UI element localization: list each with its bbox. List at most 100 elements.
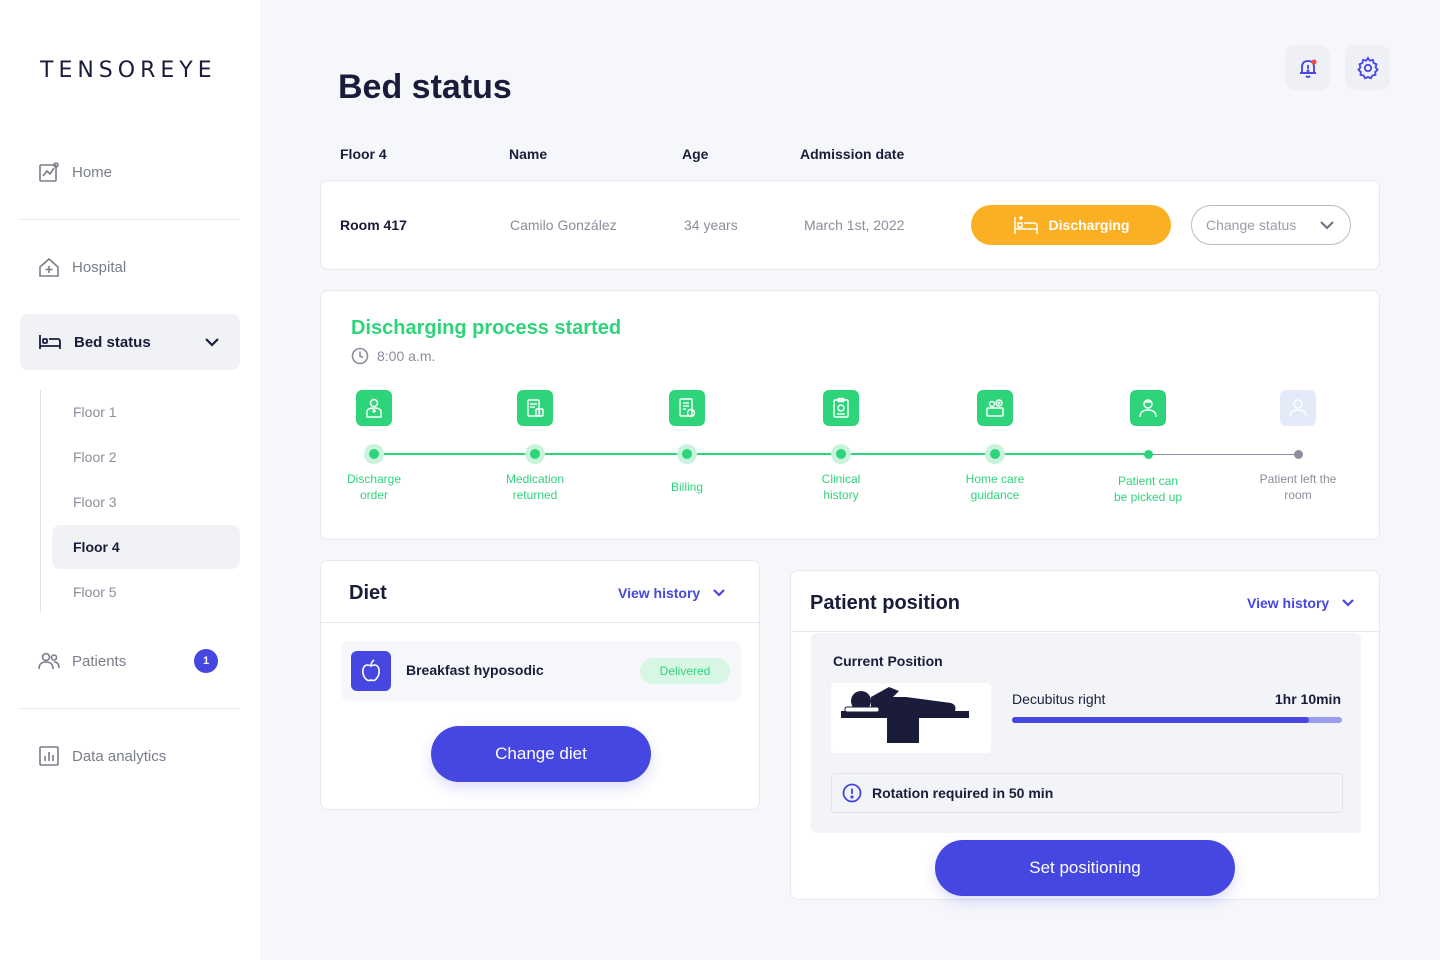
delivered-badge: Delivered <box>640 658 730 684</box>
step-label-home-care-guidance: Home care guidance <box>965 472 1025 502</box>
sidebar-item-patients[interactable]: Patients <box>38 650 126 672</box>
sidebar-item-floor-5[interactable]: Floor 5 <box>52 570 240 614</box>
progress-track-done <box>374 453 1149 455</box>
patient-age: 34 years <box>684 217 738 233</box>
step-label-billing: Billing <box>670 480 703 494</box>
sidebar-divider <box>20 708 240 709</box>
column-header-age: Age <box>682 146 709 162</box>
app-logo: TENSOREYE <box>40 58 217 83</box>
sidebar-item-label: Patients <box>72 652 127 670</box>
apple-icon <box>351 651 391 691</box>
chevron-down-icon <box>205 338 219 347</box>
settings-button[interactable] <box>1345 45 1390 90</box>
bed-icon <box>39 335 61 349</box>
chart-line-icon <box>39 162 59 182</box>
sidebar-item-data-analytics[interactable]: Data analytics <box>38 745 166 767</box>
patient-lying-icon <box>831 683 991 753</box>
sidebar-item-floor-2[interactable]: Floor 2 <box>52 435 240 479</box>
patient-name: Camilo González <box>510 217 617 233</box>
sidebar-item-home[interactable]: Home <box>38 161 112 183</box>
change-status-select[interactable]: Change status <box>1191 205 1351 245</box>
sidebar-divider <box>20 219 240 220</box>
clock-icon <box>351 347 369 365</box>
rotation-alert: Rotation required in 50 min <box>831 773 1343 813</box>
current-position-label: Current Position <box>833 653 943 669</box>
page-title: Bed status <box>338 68 512 106</box>
position-time-bar <box>1012 717 1342 723</box>
step-dot <box>1138 444 1158 464</box>
card-divider <box>321 622 759 623</box>
discharge-bed-icon <box>1013 216 1038 234</box>
patient-pickup-icon <box>1130 390 1166 426</box>
users-icon <box>38 652 60 670</box>
sidebar-item-label: Bed status <box>74 333 151 351</box>
chevron-down-icon <box>1320 221 1334 230</box>
alert-circle-icon <box>842 783 862 803</box>
step-dot <box>985 444 1005 464</box>
admission-date: March 1st, 2022 <box>804 217 905 233</box>
sidebar-item-floor-3[interactable]: Floor 3 <box>52 480 240 524</box>
step-label-patient-pickup: Patient can be picked up <box>1113 474 1183 504</box>
step-label-medication-returned: Medication returned <box>505 472 565 502</box>
step-label-clinical-history: Clinical history <box>821 472 861 502</box>
sidebar: TENSOREYE Home Hospital Bed status Floor… <box>0 0 260 960</box>
patient-position-card: Patient position View history Current Po… <box>790 570 1380 900</box>
diet-item-name: Breakfast hyposodic <box>406 662 544 678</box>
sidebar-item-hospital[interactable]: Hospital <box>38 256 126 278</box>
chevron-down-icon <box>713 589 725 597</box>
medication-icon <box>517 390 553 426</box>
status-label: Discharging <box>1048 217 1130 233</box>
patients-count-badge: 1 <box>194 649 218 673</box>
sidebar-item-floor-1[interactable]: Floor 1 <box>52 390 240 434</box>
status-badge: Discharging <box>971 205 1171 245</box>
step-label-discharge-order: Discharge order <box>346 472 402 502</box>
process-time: 8:00 a.m. <box>351 347 435 365</box>
step-dot <box>1288 444 1308 464</box>
diet-title: Diet <box>349 582 387 604</box>
view-history-label: View history <box>1247 595 1330 611</box>
step-label-patient-left: Patient left the room <box>1259 472 1337 502</box>
sidebar-item-label: Data analytics <box>72 747 167 765</box>
notifications-button[interactable] <box>1285 45 1330 90</box>
position-duration: 1hr 10min <box>1274 691 1341 707</box>
doctor-icon <box>356 390 392 426</box>
change-diet-button[interactable]: Change diet <box>431 726 651 782</box>
progress-track-pending <box>1149 454 1299 455</box>
home-care-icon <box>977 390 1013 426</box>
gear-icon <box>1356 55 1379 79</box>
step-dot <box>677 444 697 464</box>
patient-position-title: Patient position <box>810 592 960 614</box>
sidebar-item-bed-status[interactable]: Bed status <box>20 314 240 370</box>
diet-list-item[interactable]: Breakfast hyposodic Delivered <box>341 641 741 701</box>
clinical-history-icon <box>823 390 859 426</box>
column-header-admission: Admission date <box>800 146 905 162</box>
chevron-down-icon <box>1342 599 1354 607</box>
change-status-placeholder: Change status <box>1206 217 1297 233</box>
tab-floor[interactable]: Floor 4 <box>340 146 387 162</box>
floor-tree-line <box>40 390 41 612</box>
bar-chart-icon <box>39 746 59 766</box>
hospital-icon <box>39 257 59 277</box>
view-history-label: View history <box>618 585 701 601</box>
bed-row: Room 417 Camilo González 34 years March … <box>320 180 1380 270</box>
discharge-process-card: Discharging process started 8:00 a.m. Di… <box>320 290 1380 540</box>
billing-icon <box>669 390 705 426</box>
step-dot <box>525 444 545 464</box>
step-dot <box>364 444 384 464</box>
diet-view-history-button[interactable]: View history <box>618 584 728 602</box>
process-title: Discharging process started <box>351 317 622 339</box>
diet-card: Diet View history Breakfast hyposodic De… <box>320 560 760 810</box>
card-divider <box>791 631 1379 632</box>
bell-alert-icon <box>1299 59 1316 78</box>
position-view-history-button[interactable]: View history <box>1247 594 1357 612</box>
sidebar-item-floor-4[interactable]: Floor 4 <box>52 525 240 569</box>
room-number: Room 417 <box>340 217 407 233</box>
set-positioning-button[interactable]: Set positioning <box>935 840 1235 896</box>
process-time-label: 8:00 a.m. <box>377 348 436 364</box>
position-time-bar-fill <box>1012 717 1309 723</box>
current-position-panel: Current Position Decubitus right 1hr 10m… <box>811 633 1361 833</box>
column-header-name: Name <box>509 146 548 162</box>
step-dot <box>831 444 851 464</box>
position-name: Decubitus right <box>1012 691 1106 707</box>
patient-left-icon <box>1280 390 1316 426</box>
